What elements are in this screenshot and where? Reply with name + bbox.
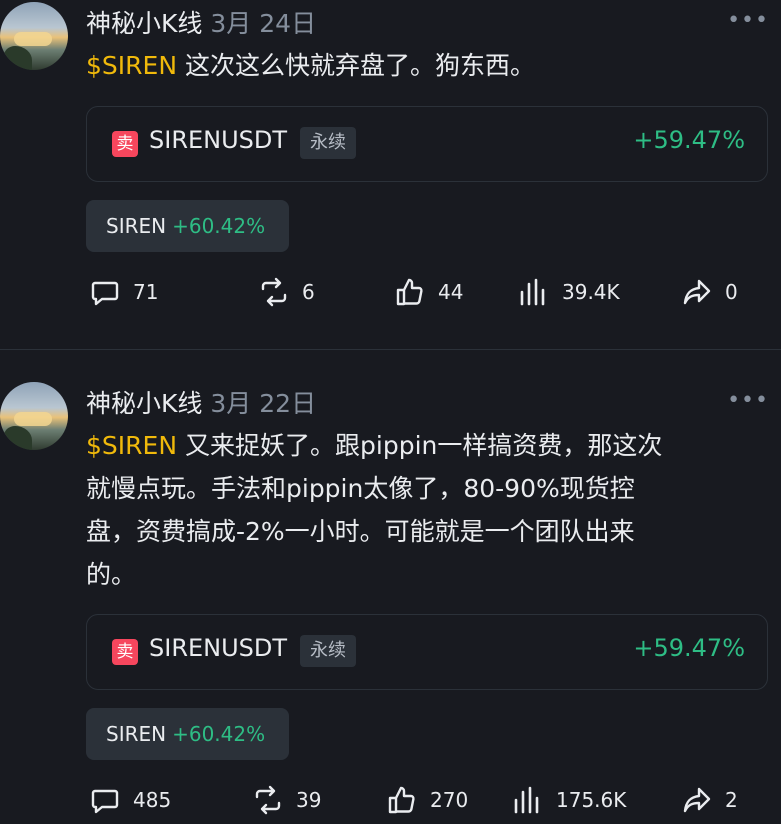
ticker-link[interactable]: $SIREN [86,431,177,460]
like-icon [396,278,423,306]
post-text-line: 盘，资费搞成-2%一小时。可能就是一个团队出来 [86,517,635,546]
post-date: 3月 22日 [210,389,317,418]
sell-badge: 卖 [112,639,138,665]
repost-icon [255,785,281,815]
post-item[interactable]: 神秘小K线 3月 22日 ••• $SIREN 又来捉妖了。跟pippin一样搞资费… [0,350,781,817]
trading-pair-card[interactable]: 卖 SIRENUSDT 永续 +59.47% [86,106,768,182]
like-count: 44 [438,280,464,304]
pair-symbol: SIRENUSDT [149,634,288,662]
views-count: 39.4K [562,280,620,304]
like-button[interactable]: 44 [394,276,463,308]
more-options-icon[interactable]: ••• [727,388,769,413]
post-text-line: 的。 [86,560,137,589]
post-text-line: 这次这么快就弃盘了。狗东西。 [185,51,536,80]
coin-name: SIREN [106,722,167,746]
post-text-line: 又来捉妖了。跟pippin一样搞资费，那这次 [185,431,663,460]
share-icon [683,787,711,813]
author-line: 神秘小K线 3月 24日 [86,4,316,40]
author-line: 神秘小K线 3月 22日 [86,384,316,420]
post-text-line: 就慢点玩。手法和pippin太像了，80-90%现货控 [86,474,635,503]
post-item[interactable]: 神秘小K线 3月 24日 ••• $SIREN 这次这么快就弃盘了。狗东西。 卖 S… [0,0,781,349]
share-button[interactable]: 2 [681,784,738,816]
post-content: $SIREN 又来捉妖了。跟pippin一样搞资费，那这次 就慢点玩。手法和pip… [86,424,766,596]
comment-button[interactable]: 71 [89,276,158,308]
perpetual-tag: 永续 [300,127,356,159]
views-count: 175.6K [556,788,627,812]
repost-icon [261,277,287,307]
pair-change: +59.47% [633,634,745,662]
share-icon [683,279,711,305]
coin-name: SIREN [106,214,167,238]
coin-change: +60.42% [172,214,266,238]
post-text-line: $SIREN 又来捉妖了。跟pippin一样搞资费，那这次 [86,424,766,467]
avatar[interactable] [0,2,68,70]
like-button[interactable]: 270 [386,784,468,816]
action-bar: 485 39 270 175.6K 2 [0,784,781,824]
views-icon [520,278,545,306]
coin-chip[interactable]: SIREN +60.42% [86,200,289,252]
sell-badge: 卖 [112,131,138,157]
repost-button[interactable]: 6 [258,276,315,308]
repost-count: 39 [296,788,322,812]
pair-symbol: SIRENUSDT [149,126,288,154]
share-button[interactable]: 0 [681,276,738,308]
views-icon [514,786,539,814]
views-button[interactable]: 175.6K [512,784,626,816]
action-bar: 71 6 44 39.4K 0 [0,276,781,316]
coin-chip[interactable]: SIREN +60.42% [86,708,289,760]
repost-count: 6 [302,280,315,304]
post-content: $SIREN 这次这么快就弃盘了。狗东西。 [86,44,766,87]
views-button[interactable]: 39.4K [518,276,620,308]
share-count: 2 [725,788,738,812]
pair-change: +59.47% [633,126,745,154]
like-icon [388,786,415,814]
avatar[interactable] [0,382,68,450]
comment-button[interactable]: 485 [89,784,171,816]
comment-icon [91,789,119,814]
perpetual-tag: 永续 [300,635,356,667]
comment-icon [91,281,119,306]
trading-pair-card[interactable]: 卖 SIRENUSDT 永续 +59.47% [86,614,768,690]
more-options-icon[interactable]: ••• [727,8,769,33]
comment-count: 485 [133,788,172,812]
like-count: 270 [430,788,469,812]
share-count: 0 [725,280,738,304]
ticker-link[interactable]: $SIREN [86,51,177,80]
coin-change: +60.42% [172,722,266,746]
comment-count: 71 [133,280,159,304]
author-name[interactable]: 神秘小K线 [86,9,202,38]
repost-button[interactable]: 39 [252,784,321,816]
author-name[interactable]: 神秘小K线 [86,389,202,418]
post-date: 3月 24日 [210,9,317,38]
